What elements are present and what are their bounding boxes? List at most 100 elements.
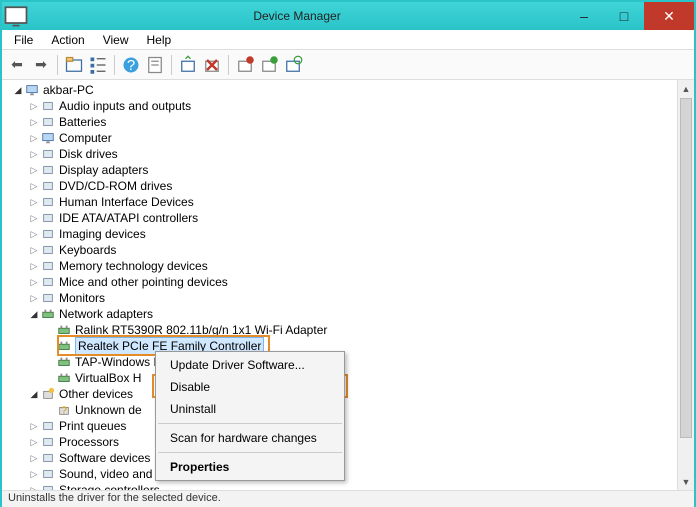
menu-bar: File Action View Help [2,30,694,50]
maximize-button[interactable]: □ [604,2,644,30]
close-button[interactable]: ✕ [644,2,694,30]
tree-item-label: Keyboards [59,242,116,258]
tree-category-computer[interactable]: ▷ Computer [6,130,694,146]
context-item-uninstall[interactable]: Uninstall [156,398,344,420]
tree-item-label: Processors [59,434,119,450]
tree-category-camera[interactable]: ▷ Imaging devices [6,226,694,242]
tree-category-monitor[interactable]: ▷Monitors [6,290,694,306]
back-arrow-icon[interactable]: ⬅ [6,54,28,76]
tree-category-display[interactable]: ▷Display adapters [6,162,694,178]
net-icon [56,338,72,354]
speaker-icon [40,98,56,114]
storage-icon [40,482,56,490]
tree-category-mouse[interactable]: ▷Mice and other pointing devices [6,274,694,290]
context-item-disable[interactable]: Disable [156,376,344,398]
tree-item-label: Computer [59,130,112,146]
tree-view-icon[interactable] [87,54,109,76]
tree-item-label: TAP-Windows H [75,354,162,370]
tree-item[interactable]: ? Unknown de [6,402,694,418]
forward-arrow-icon[interactable]: ➡ [30,54,52,76]
tree-item[interactable]: TAP-Windows H [6,354,694,370]
tree-item-label: Memory technology devices [59,258,208,274]
tree-item-label: Disk drives [59,146,118,162]
mouse-icon [40,274,56,290]
tree-category-software[interactable]: ▷Software devices [6,450,694,466]
up-level-icon[interactable] [63,54,85,76]
tree-item[interactable]: Realtek PCIe FE Family Controller [6,338,694,354]
tree-category-network[interactable]: ◢Network adapters [6,306,694,322]
expand-icon: ▷ [28,130,40,146]
window-controls: – □ ✕ [564,2,694,30]
enable-icon[interactable] [258,54,280,76]
tree-root[interactable]: ◢akbar-PC [6,82,694,98]
window-title: Device Manager [30,9,564,23]
expand-icon: ▷ [28,226,40,242]
expand-icon: ▷ [28,210,40,226]
properties-icon[interactable] [144,54,166,76]
tree-category-memory[interactable]: ▷ Memory technology devices [6,258,694,274]
svg-text:?: ? [61,405,67,417]
display-icon [40,162,56,178]
software-icon [40,450,56,466]
tree-category-speaker[interactable]: ▷Audio inputs and outputs [6,98,694,114]
uninstall-icon[interactable] [201,54,223,76]
monitor-icon [40,290,56,306]
tree-category-battery[interactable]: ▷Batteries [6,114,694,130]
expand-icon: ▷ [28,194,40,210]
other-icon [40,386,56,402]
tree-category-printer[interactable]: ▷ Print queues [6,418,694,434]
expand-icon: ▷ [28,418,40,434]
menu-action[interactable]: Action [43,31,92,49]
tree-category-hid[interactable]: ▷Human Interface Devices [6,194,694,210]
expand-icon: ▷ [28,162,40,178]
context-menu: Update Driver Software...DisableUninstal… [155,351,345,481]
cpu-icon [40,434,56,450]
net-icon [56,322,72,338]
computer-icon [24,82,40,98]
context-separator [158,452,342,453]
expand-icon: ▷ [28,482,40,490]
context-item-scan-for-hardware-changes[interactable]: Scan for hardware changes [156,427,344,449]
expand-icon: ▷ [28,290,40,306]
tree-item-label: Storage controllers [59,482,160,490]
net-icon [56,370,72,386]
tree-item-label: Audio inputs and outputs [59,98,191,114]
app-icon [2,2,30,30]
expand-icon: ▷ [28,146,40,162]
hid-icon [40,194,56,210]
scan-icon[interactable] [282,54,304,76]
tree-category-keyboard[interactable]: ▷ Keyboards [6,242,694,258]
tree-category-ide[interactable]: ▷IDE ATA/ATAPI controllers [6,210,694,226]
tree-category-other[interactable]: ◢Other devices [6,386,694,402]
expand-icon: ▷ [28,258,40,274]
memory-icon [40,258,56,274]
context-item-update-driver-software[interactable]: Update Driver Software... [156,354,344,376]
menu-view[interactable]: View [95,31,137,49]
tree-item-label: Unknown de [75,402,142,418]
context-item-properties[interactable]: Properties [156,456,344,478]
tree-item-label: Imaging devices [59,226,146,242]
tree-item[interactable]: VirtualBox H [6,370,694,386]
tree-item-label: Other devices [59,386,133,402]
disable-icon[interactable] [234,54,256,76]
tree-item[interactable]: Ralink RT5390R 802.11b/g/n 1x1 Wi-Fi Ada… [6,322,694,338]
menu-file[interactable]: File [6,31,41,49]
refresh-icon[interactable] [177,54,199,76]
minimize-button[interactable]: – [564,2,604,30]
tree-item-label: Network adapters [59,306,153,322]
tree-category-disc[interactable]: ▷DVD/CD-ROM drives [6,178,694,194]
tree-category-drive[interactable]: ▷ Disk drives [6,146,694,162]
tree-item-label: DVD/CD-ROM drives [59,178,172,194]
help-icon[interactable]: ? [120,54,142,76]
tree-item-label: VirtualBox H [75,370,141,386]
ide-icon [40,210,56,226]
tree-item-label: akbar-PC [43,82,94,98]
tree-item-label: Software devices [59,450,150,466]
menu-help[interactable]: Help [139,31,180,49]
expand-icon: ▷ [28,242,40,258]
tree-category-cpu[interactable]: ▷Processors [6,434,694,450]
device-tree[interactable]: ▲ ▼ ◢akbar-PC▷Audio inputs and outputs▷B… [2,80,694,490]
tree-item-label: Print queues [59,418,126,434]
tree-category-storage[interactable]: ▷ Storage controllers [6,482,694,490]
tree-category-sound[interactable]: ▷Sound, video and game controllers [6,466,694,482]
